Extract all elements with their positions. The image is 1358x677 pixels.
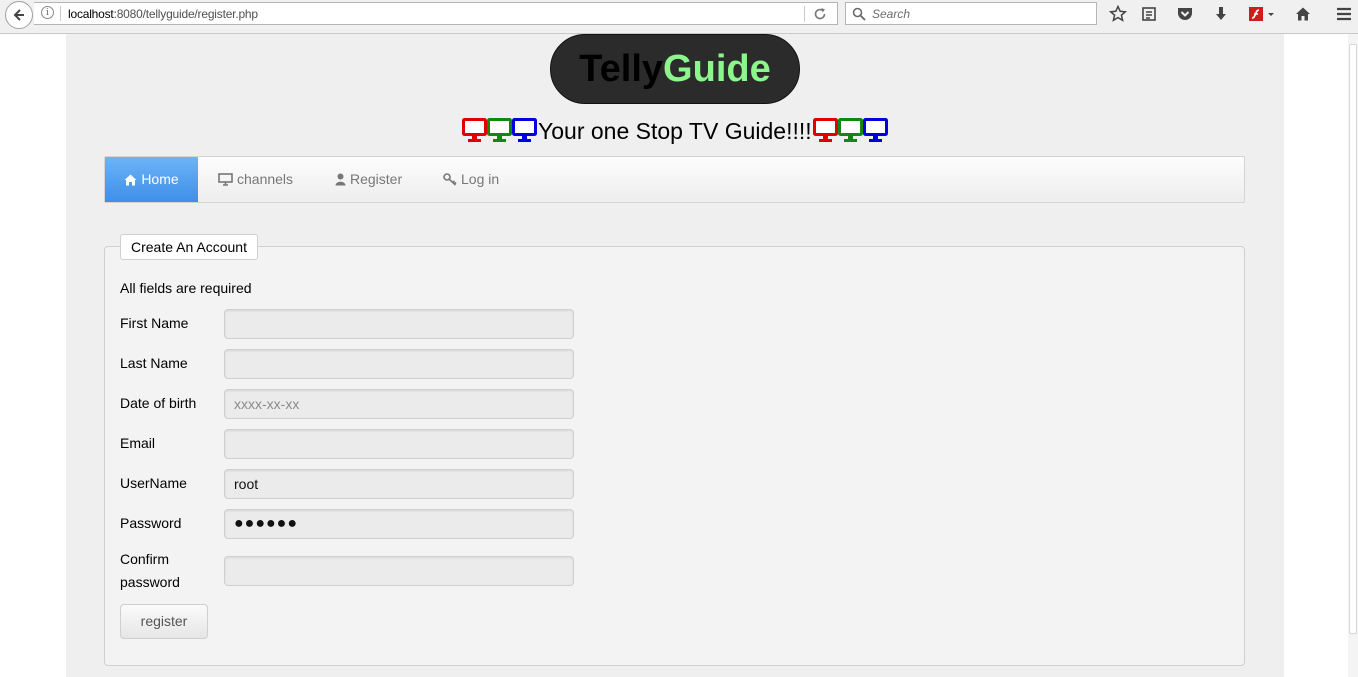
dob-field[interactable] bbox=[224, 389, 574, 419]
url-path: :8080/tellyguide/register.php bbox=[113, 7, 259, 21]
last-name-label: Last Name bbox=[120, 355, 188, 371]
search-bar[interactable]: Search bbox=[845, 2, 1097, 25]
address-bar[interactable]: i localhost:8080/tellyguide/register.php bbox=[34, 2, 838, 25]
bookmark-star-icon[interactable] bbox=[1108, 4, 1128, 24]
confirm-label-line1: Confirm bbox=[120, 551, 170, 567]
flash-plugin-icon[interactable] bbox=[1247, 4, 1277, 24]
nav-register-label: Register bbox=[350, 171, 403, 187]
confirm-password-label: Confirm password bbox=[120, 548, 180, 594]
nav-login[interactable]: Log in bbox=[443, 157, 499, 202]
username-field[interactable] bbox=[224, 469, 574, 499]
url-host: localhost bbox=[68, 7, 114, 21]
browser-toolbar: i localhost:8080/tellyguide/register.php… bbox=[0, 0, 1358, 34]
url-separator bbox=[60, 6, 61, 21]
dob-label: Date of birth bbox=[120, 395, 197, 411]
tv-blue-icon bbox=[862, 118, 888, 142]
confirm-password-field[interactable] bbox=[224, 556, 574, 586]
password-field[interactable] bbox=[224, 509, 574, 539]
nav-channels-label: channels bbox=[237, 171, 294, 187]
nav-channels[interactable]: channels bbox=[218, 157, 293, 202]
tv-green-icon bbox=[487, 118, 512, 142]
fieldset-legend: Create An Account bbox=[120, 234, 258, 260]
back-arrow-icon bbox=[13, 9, 24, 21]
page-scrollbar[interactable] bbox=[1348, 34, 1358, 677]
register-button[interactable]: register bbox=[120, 604, 208, 639]
downloads-icon[interactable] bbox=[1211, 4, 1231, 24]
site-info-icon[interactable]: i bbox=[41, 6, 54, 19]
tagline-text: Your one Stop TV Guide!!!! bbox=[538, 118, 812, 144]
home-icon bbox=[124, 174, 137, 185]
tv-green-icon bbox=[837, 118, 863, 142]
tagline: Your one Stop TV Guide!!!! bbox=[462, 118, 888, 144]
main-navbar: Home channels Register Log in bbox=[104, 156, 1245, 203]
back-button[interactable] bbox=[5, 1, 33, 29]
tv-red-icon bbox=[812, 118, 838, 142]
monitor-icon bbox=[218, 173, 233, 186]
first-name-field[interactable] bbox=[224, 309, 574, 339]
pocket-icon[interactable] bbox=[1175, 4, 1195, 24]
nav-home[interactable]: Home bbox=[105, 157, 198, 202]
reading-list-icon[interactable] bbox=[1139, 4, 1159, 24]
tv-blue-icon bbox=[512, 118, 537, 142]
first-name-label: First Name bbox=[120, 315, 189, 331]
nav-login-label: Log in bbox=[461, 171, 500, 187]
site-logo[interactable]: TellyGuide bbox=[550, 34, 800, 104]
last-name-field[interactable] bbox=[224, 349, 574, 379]
menu-hamburger-icon[interactable] bbox=[1334, 4, 1354, 24]
home-toolbar-icon[interactable] bbox=[1293, 4, 1313, 24]
tv-red-icon bbox=[462, 118, 487, 142]
logo-telly-text: Telly bbox=[579, 48, 664, 90]
confirm-label-line2: password bbox=[120, 574, 180, 590]
username-label: UserName bbox=[120, 475, 187, 491]
page-container: TellyGuide Your one Stop TV Guide!!!! Ho… bbox=[66, 34, 1284, 677]
search-placeholder: Search bbox=[872, 7, 911, 21]
url-text[interactable]: localhost:8080/tellyguide/register.php bbox=[68, 7, 258, 21]
search-icon bbox=[852, 7, 866, 21]
nav-home-label: Home bbox=[141, 171, 179, 187]
scrollbar-thumb[interactable] bbox=[1349, 44, 1357, 634]
password-label: Password bbox=[120, 515, 182, 531]
email-field[interactable] bbox=[224, 429, 574, 459]
key-icon bbox=[443, 173, 457, 186]
user-icon bbox=[335, 173, 346, 186]
required-note: All fields are required bbox=[120, 280, 252, 296]
email-label: Email bbox=[120, 435, 156, 451]
logo-guide-text: Guide bbox=[663, 48, 771, 90]
url-divider bbox=[804, 6, 805, 22]
reload-icon[interactable] bbox=[812, 6, 828, 22]
nav-register[interactable]: Register bbox=[335, 157, 402, 202]
